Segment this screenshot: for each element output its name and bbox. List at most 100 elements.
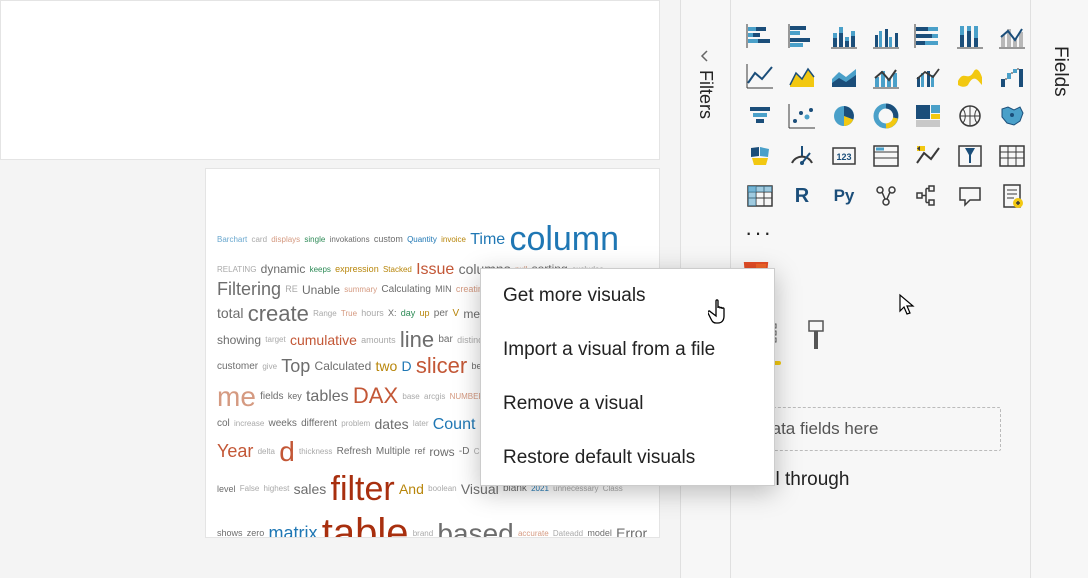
wordcloud-word: zero (247, 528, 265, 538)
menu-restore-default-visuals[interactable]: Restore default visuals (481, 431, 774, 485)
viz-qna-icon[interactable] (951, 178, 989, 214)
wordcloud-word: Count (433, 415, 476, 434)
viz-r-visual-icon[interactable]: R (783, 178, 821, 214)
viz-clustered-bar-icon[interactable] (783, 18, 821, 54)
wordcloud-word: DAX (353, 383, 398, 409)
wordcloud-word: total (217, 305, 243, 322)
viz-decomposition-icon[interactable] (909, 178, 947, 214)
wordcloud-word: sales (294, 481, 327, 498)
wordcloud-word: increase (234, 419, 264, 429)
values-dropzone[interactable]: d data fields here (741, 407, 1001, 451)
values-well-label: ues (745, 377, 1020, 397)
wordcloud-word: X: (388, 308, 397, 319)
viz-stacked-bar-100-icon[interactable] (909, 18, 947, 54)
wordcloud-word: cumulative (290, 332, 357, 349)
wordcloud-word: target (265, 335, 285, 345)
viz-waterfall-icon[interactable] (993, 58, 1031, 94)
viz-scatter-icon[interactable] (783, 98, 821, 134)
cursor-pointer-icon (708, 296, 734, 333)
viz-kpi-icon[interactable] (909, 138, 947, 174)
viz-filled-map-icon[interactable] (993, 98, 1031, 134)
viz-clustered-column-icon[interactable] (867, 18, 905, 54)
wordcloud-word: model (587, 528, 612, 538)
viz-table-icon[interactable] (993, 138, 1031, 174)
wordcloud-word: matrix (269, 523, 318, 538)
viz-ribbon-icon[interactable] (951, 58, 989, 94)
chevron-left-icon (697, 48, 713, 69)
filters-panel-label: Filters (695, 70, 716, 119)
viz-stacked-column-100-icon[interactable] (951, 18, 989, 54)
viz-map-icon[interactable] (951, 98, 989, 134)
wordcloud-word: level (217, 484, 236, 495)
viz-card-icon[interactable]: 123 (825, 138, 863, 174)
viz-slicer-icon[interactable] (951, 138, 989, 174)
viz-area-icon[interactable] (783, 58, 821, 94)
wordcloud-word: Time (470, 230, 505, 249)
viz-line-stacked-col-icon[interactable] (867, 58, 905, 94)
wordcloud-word: Dateadd (553, 529, 583, 538)
wordcloud-word: tables (306, 387, 349, 406)
viz-matrix-icon[interactable] (741, 178, 779, 214)
wordcloud-word: Quantity (407, 235, 437, 245)
wordcloud-word: summary (344, 285, 377, 295)
svg-text:123: 123 (836, 152, 851, 162)
wordcloud-word: give (262, 362, 277, 372)
wordcloud-word: per (434, 308, 448, 320)
viz-bar-line-icon[interactable] (993, 18, 1031, 54)
wordcloud-word: MIN (435, 284, 452, 295)
viz-stacked-area-icon[interactable] (825, 58, 863, 94)
wordcloud-word: two (375, 358, 397, 375)
wordcloud-word: Refresh (337, 446, 372, 458)
visual-tile-empty[interactable] (0, 0, 660, 160)
wordcloud-word: Unable (302, 283, 340, 297)
viz-donut-icon[interactable] (867, 98, 905, 134)
wordcloud-word: amounts (361, 335, 396, 346)
viz-pie-icon[interactable] (825, 98, 863, 134)
visualizations-gallery: 123 RPy (741, 18, 1020, 214)
wordcloud-word: False (240, 484, 260, 494)
wordcloud-word: day (401, 308, 416, 319)
viz-key-influencers-icon[interactable] (867, 178, 905, 214)
wordcloud-word: Calculating (381, 284, 430, 296)
viz-multi-card-icon[interactable] (867, 138, 905, 174)
viz-treemap-icon[interactable] (909, 98, 947, 134)
viz-gauge-icon[interactable] (783, 138, 821, 174)
wordcloud-word: col (217, 418, 230, 430)
viz-python-visual-icon[interactable]: Py (825, 178, 863, 214)
wordcloud-word: problem (341, 419, 370, 429)
wordcloud-word: column (509, 219, 619, 260)
viz-stacked-bar-icon[interactable] (741, 18, 779, 54)
wordcloud-word: V (452, 308, 459, 320)
wordcloud-word: based (437, 517, 513, 538)
viz-funnel-icon[interactable] (741, 98, 779, 134)
more-visuals-button[interactable]: ··· (741, 214, 1020, 252)
wordcloud-word: arcgis (424, 392, 445, 402)
wordcloud-word: hours (361, 308, 384, 319)
cursor-arrow-icon (898, 293, 916, 320)
wordcloud-word: ref (415, 446, 426, 457)
wordcloud-word: invokations (330, 235, 370, 245)
wordcloud-word: thickness (299, 447, 332, 457)
wordcloud-word: Stacked (383, 265, 412, 275)
wordcloud-word: base (402, 392, 419, 402)
wordcloud-word: -D (459, 446, 470, 458)
viz-stacked-column-icon[interactable] (825, 18, 863, 54)
wordcloud-word: displays (271, 235, 300, 245)
wordcloud-word: shows (217, 528, 243, 538)
wordcloud-word: expression (335, 264, 379, 275)
wordcloud-word: RE (285, 284, 298, 295)
wordcloud-word: different (301, 418, 337, 430)
viz-line-icon[interactable] (741, 58, 779, 94)
wordcloud-word: bar (438, 334, 452, 346)
viz-line-clustered-col-icon[interactable] (909, 58, 947, 94)
wordcloud-word: Range (313, 309, 337, 319)
fields-panel-collapsed[interactable]: Fields (1030, 0, 1088, 578)
wordcloud-word: highest (264, 484, 290, 494)
viz-shape-map-icon[interactable] (741, 138, 779, 174)
format-tab-button[interactable] (801, 319, 833, 359)
wordcloud-word: up (420, 308, 430, 319)
menu-remove-visual[interactable]: Remove a visual (481, 377, 774, 431)
wordcloud-word: slicer (416, 353, 467, 379)
viz-paginated-icon[interactable] (993, 178, 1031, 214)
wordcloud-word: rows (429, 445, 454, 459)
